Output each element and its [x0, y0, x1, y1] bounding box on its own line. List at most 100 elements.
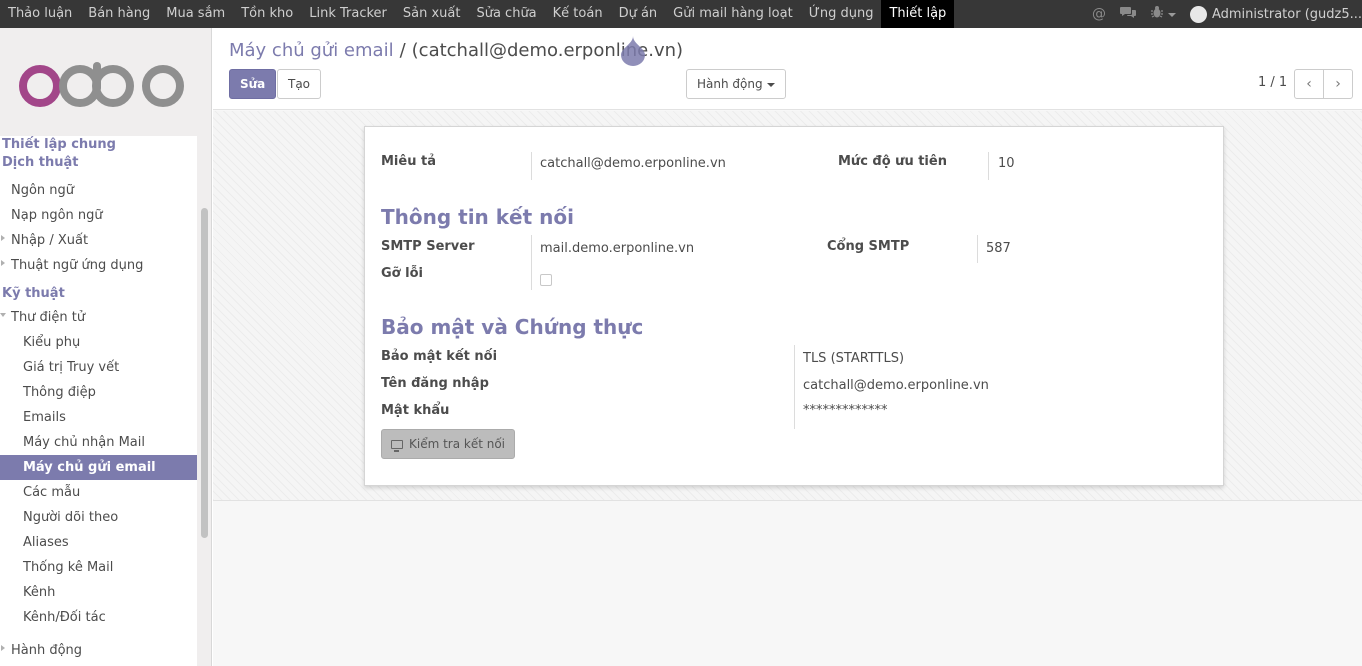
sidebar-item[interactable]: Ngôn ngữ — [0, 178, 197, 203]
sidebar-section-header[interactable]: Kỹ thuật — [0, 282, 197, 305]
pager-value[interactable]: 1 / 1 — [1258, 75, 1287, 90]
smtp-port-label: Cổng SMTP — [827, 239, 910, 254]
sidebar-section-header[interactable]: Thiết lập chung — [0, 136, 197, 154]
sidebar-item-label: Ngôn ngữ — [11, 183, 75, 198]
top-menu-item[interactable]: Kế toán — [545, 0, 611, 28]
section-title-security: Bảo mật và Chứng thực — [381, 315, 644, 339]
user-name: Administrator (gudz5... — [1211, 6, 1362, 22]
create-button[interactable]: Tạo — [277, 69, 322, 99]
sidebar-item[interactable]: Kiểu phụ — [0, 330, 197, 355]
sidebar-item-label: Kỹ thuật — [2, 286, 65, 301]
top-menu: Thảo luận Bán hàng Mua sắm Tồn kho Link Trac… — [0, 0, 955, 28]
top-menu-item[interactable]: Thảo luận — [0, 0, 80, 28]
sidebar-item-label: Hành động — [11, 643, 83, 658]
sidebar-item[interactable]: Các mẫu — [0, 480, 197, 505]
description-field[interactable]: catchall@demo.erponline.vn — [540, 156, 726, 171]
password-label: Mật khẩu — [381, 403, 450, 418]
divider — [531, 152, 532, 180]
divider — [531, 235, 532, 290]
top-right-area: @ Administrator (gudz5... — [1092, 0, 1362, 28]
sidebar-item-label: Nhập / Xuất — [11, 233, 89, 248]
top-menu-item[interactable]: Bán hàng — [80, 0, 158, 28]
chevron-right-icon: › — [1335, 76, 1341, 92]
sidebar-item-label: Nạp ngôn ngữ — [11, 208, 103, 223]
divider — [794, 345, 795, 429]
sidebar-item-label: Thống kê Mail — [23, 560, 114, 575]
top-menu-item[interactable]: Link Tracker — [301, 0, 395, 28]
loading-drop-icon — [621, 36, 645, 66]
connection-security-field[interactable]: TLS (STARTTLS) — [803, 351, 904, 366]
breadcrumb-parent[interactable]: Máy chủ gửi email — [229, 40, 394, 61]
odoo-logo[interactable] — [18, 62, 188, 112]
debug-checkbox[interactable] — [540, 274, 552, 286]
section-title-connection: Thông tin kết nối — [381, 205, 574, 229]
form-sheet: Miêu tả catchall@demo.erponline.vn Mức đ… — [364, 126, 1224, 486]
sidebar-item[interactable]: Kênh/Đối tác — [0, 605, 197, 630]
sidebar-item[interactable]: Máy chủ gửi email — [0, 455, 197, 480]
sidebar-item-label: Thuật ngữ ứng dụng — [11, 258, 144, 273]
top-menu-item[interactable]: Dự án — [611, 0, 666, 28]
pager-next-button[interactable]: › — [1323, 69, 1353, 99]
top-navbar: Thảo luận Bán hàng Mua sắm Tồn kho Link Trac… — [0, 0, 1362, 28]
control-panel: Máy chủ gửi email / (catchall@demo.erponli… — [213, 28, 1362, 110]
sidebar-item-label: Emails — [23, 410, 66, 425]
sidebar-item-label: Máy chủ nhận Mail — [23, 435, 145, 450]
chat-icon[interactable] — [1119, 6, 1136, 23]
sidebar-item[interactable]: Emails — [0, 405, 197, 430]
sidebar-item[interactable]: Thông điệp — [0, 380, 197, 405]
sidebar-item-label: Thiết lập chung — [2, 137, 116, 152]
sidebar-menu: Thiết lập chung Dịch thuật Ngôn ngữ Nạp ngô… — [0, 136, 197, 666]
caret-right-icon — [1, 235, 5, 241]
sidebar-item[interactable]: Nạp ngôn ngữ — [0, 203, 197, 228]
bug-icon[interactable] — [1150, 5, 1176, 23]
breadcrumb: Máy chủ gửi email / (catchall@demo.erponli… — [229, 40, 683, 61]
caret-right-icon — [1, 260, 5, 266]
main-area: Máy chủ gửi email / (catchall@demo.erponli… — [213, 28, 1362, 666]
sidebar-item[interactable]: Thuật ngữ ứng dụng — [0, 253, 197, 278]
sidebar-item[interactable]: Người dõi theo — [0, 505, 197, 530]
test-connection-label: Kiểm tra kết nối — [408, 437, 506, 451]
sidebar-scrollbar[interactable] — [201, 208, 208, 538]
top-menu-item[interactable]: Mua sắm — [158, 0, 233, 28]
sidebar-item-label: Các mẫu — [23, 485, 81, 500]
top-menu-item[interactable]: Sửa chữa — [468, 0, 544, 28]
top-menu-item[interactable]: Sản xuất — [395, 0, 469, 28]
sidebar-item-label: Máy chủ gửi email — [23, 460, 156, 475]
user-menu[interactable]: Administrator (gudz5... — [1189, 5, 1362, 23]
sidebar-item[interactable]: Thư điện tử — [0, 305, 197, 330]
sidebar-item[interactable]: Máy chủ nhận Mail — [0, 430, 197, 455]
monitor-icon — [390, 439, 403, 452]
chevron-left-icon: ‹ — [1306, 76, 1312, 92]
sidebar-section-header[interactable]: Dịch thuật — [0, 154, 197, 172]
sidebar-item[interactable]: Giá trị Truy vết — [0, 355, 197, 380]
caret-right-icon — [1, 645, 5, 651]
smtp-port-field[interactable]: 587 — [986, 241, 1011, 256]
sidebar-item-label: Giá trị Truy vết — [23, 360, 120, 375]
top-menu-item[interactable]: Thiết lập — [881, 0, 955, 28]
connection-security-label: Bảo mật kết nối — [381, 349, 498, 364]
sidebar-item-label: Thư điện tử — [11, 310, 86, 325]
sidebar-item-label: Thông điệp — [23, 385, 96, 400]
at-icon[interactable]: @ — [1092, 6, 1106, 22]
priority-label: Mức độ ưu tiên — [838, 154, 947, 169]
divider — [988, 152, 989, 180]
sidebar-item[interactable]: Thống kê Mail — [0, 555, 197, 580]
top-menu-item[interactable]: Ứng dụng — [801, 0, 882, 28]
username-label: Tên đăng nhập — [381, 376, 489, 391]
sidebar-item[interactable]: Kênh — [0, 580, 197, 605]
username-field[interactable]: catchall@demo.erponline.vn — [803, 378, 989, 393]
sidebar-item-label: Dịch thuật — [2, 155, 79, 170]
smtp-server-field[interactable]: mail.demo.erponline.vn — [540, 241, 694, 256]
priority-field[interactable]: 10 — [998, 156, 1015, 171]
test-connection-button[interactable]: Kiểm tra kết nối — [381, 429, 515, 459]
sidebar-item[interactable]: Aliases — [0, 530, 197, 555]
edit-button[interactable]: Sửa — [229, 69, 277, 99]
sidebar-item[interactable]: Hành động — [0, 638, 197, 663]
top-menu-item[interactable]: Tồn kho — [233, 0, 301, 28]
form-view: Miêu tả catchall@demo.erponline.vn Mức đ… — [213, 111, 1362, 501]
password-field[interactable]: ************* — [803, 403, 888, 418]
sidebar-item[interactable]: Nhập / Xuất — [0, 228, 197, 253]
pager-previous-button[interactable]: ‹ — [1294, 69, 1324, 99]
top-menu-item[interactable]: Gửi mail hàng loạt — [665, 0, 801, 28]
action-dropdown[interactable]: Hành động — [686, 69, 786, 99]
